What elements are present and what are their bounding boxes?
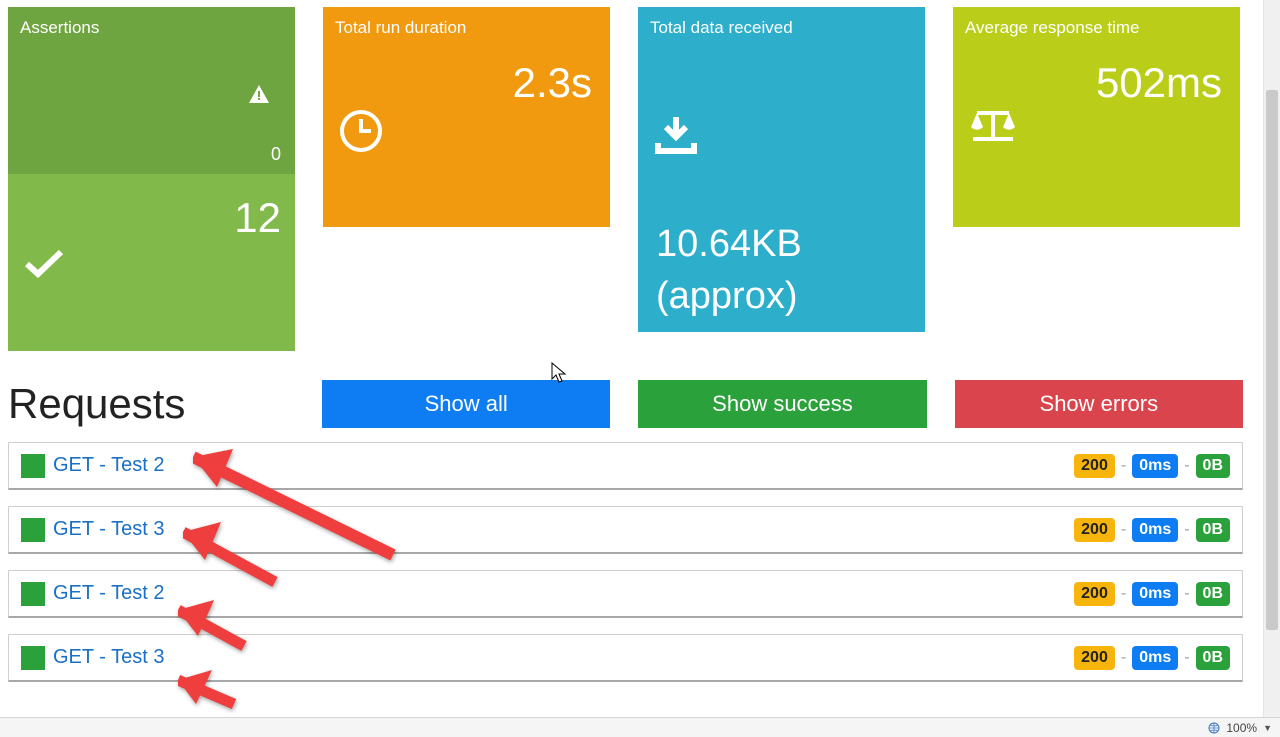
status-badge: 200: [1074, 454, 1115, 478]
status-square-icon: [21, 518, 45, 542]
status-square-icon: [21, 454, 45, 478]
card-avg-response: Average response time 502ms: [953, 7, 1240, 227]
status-badge: 200: [1074, 582, 1115, 606]
separator: -: [1121, 649, 1126, 667]
card-duration: Total run duration 2.3s: [323, 7, 610, 227]
separator: -: [1121, 585, 1126, 603]
separator: -: [1184, 585, 1189, 603]
show-errors-button[interactable]: Show errors: [955, 380, 1243, 428]
request-row[interactable]: GET - Test 2 200 - 0ms - 0B: [8, 442, 1243, 490]
time-badge: 0ms: [1132, 646, 1178, 670]
requests-list: GET - Test 2 200 - 0ms - 0B GET - Test 3…: [8, 442, 1243, 698]
request-badges: 200 - 0ms - 0B: [1074, 582, 1230, 606]
status-badge: 200: [1074, 518, 1115, 542]
show-success-button[interactable]: Show success: [638, 380, 926, 428]
assertions-fail-count: 0: [271, 144, 281, 165]
request-row[interactable]: GET - Test 3 200 - 0ms - 0B: [8, 634, 1243, 682]
check-icon: [24, 248, 64, 278]
clock-icon: [339, 109, 383, 153]
report-viewport: Assertions 0 12 Total run duration 2.3s: [0, 0, 1263, 717]
assertions-pass-count: 12: [234, 194, 281, 242]
request-row[interactable]: GET - Test 2 200 - 0ms - 0B: [8, 570, 1243, 618]
status-square-icon: [21, 582, 45, 606]
separator: -: [1184, 521, 1189, 539]
separator: -: [1121, 521, 1126, 539]
status-bar: 100% ▼: [0, 717, 1280, 737]
assertions-failed-panel: Assertions 0: [8, 7, 295, 174]
separator: -: [1184, 649, 1189, 667]
data-approx: (approx): [656, 275, 798, 318]
time-badge: 0ms: [1132, 454, 1178, 478]
request-name[interactable]: GET - Test 2: [53, 454, 165, 477]
summary-cards: Assertions 0 12 Total run duration 2.3s: [0, 0, 1263, 351]
request-name[interactable]: GET - Test 3: [53, 518, 165, 541]
size-badge: 0B: [1196, 454, 1230, 478]
duration-value: 2.3s: [513, 59, 592, 107]
card-title: Total data received: [650, 18, 793, 38]
zoom-dropdown-icon[interactable]: ▼: [1263, 723, 1272, 733]
scales-icon: [969, 109, 1017, 145]
card-assertions: Assertions 0 12: [8, 7, 295, 351]
card-title: Assertions: [20, 18, 99, 38]
request-name[interactable]: GET - Test 3: [53, 646, 165, 669]
zoom-level[interactable]: 100%: [1226, 721, 1257, 735]
separator: -: [1121, 457, 1126, 475]
filter-buttons: Show all Show success Show errors: [322, 380, 1243, 428]
size-badge: 0B: [1196, 518, 1230, 542]
requests-header-row: Requests Show all Show success Show erro…: [8, 380, 1243, 428]
time-badge: 0ms: [1132, 582, 1178, 606]
request-badges: 200 - 0ms - 0B: [1074, 646, 1230, 670]
assertions-passed-panel: 12: [8, 174, 295, 351]
status-badge: 200: [1074, 646, 1115, 670]
request-name[interactable]: GET - Test 2: [53, 582, 165, 605]
size-badge: 0B: [1196, 646, 1230, 670]
vertical-scrollbar[interactable]: [1263, 0, 1280, 717]
globe-icon: [1208, 722, 1220, 734]
card-title: Average response time: [965, 18, 1140, 38]
card-data-received: Total data received 10.64KB (approx): [638, 7, 925, 332]
data-value: 10.64KB: [656, 223, 802, 266]
request-row[interactable]: GET - Test 3 200 - 0ms - 0B: [8, 506, 1243, 554]
request-badges: 200 - 0ms - 0B: [1074, 454, 1230, 478]
request-badges: 200 - 0ms - 0B: [1074, 518, 1230, 542]
time-badge: 0ms: [1132, 518, 1178, 542]
download-icon: [654, 115, 698, 155]
card-title: Total run duration: [335, 18, 466, 38]
avg-value: 502ms: [1096, 59, 1222, 107]
separator: -: [1184, 457, 1189, 475]
show-all-button[interactable]: Show all: [322, 380, 610, 428]
status-square-icon: [21, 646, 45, 670]
scrollbar-thumb[interactable]: [1266, 90, 1278, 630]
warning-icon: [249, 85, 269, 103]
size-badge: 0B: [1196, 582, 1230, 606]
requests-heading: Requests: [8, 380, 322, 428]
